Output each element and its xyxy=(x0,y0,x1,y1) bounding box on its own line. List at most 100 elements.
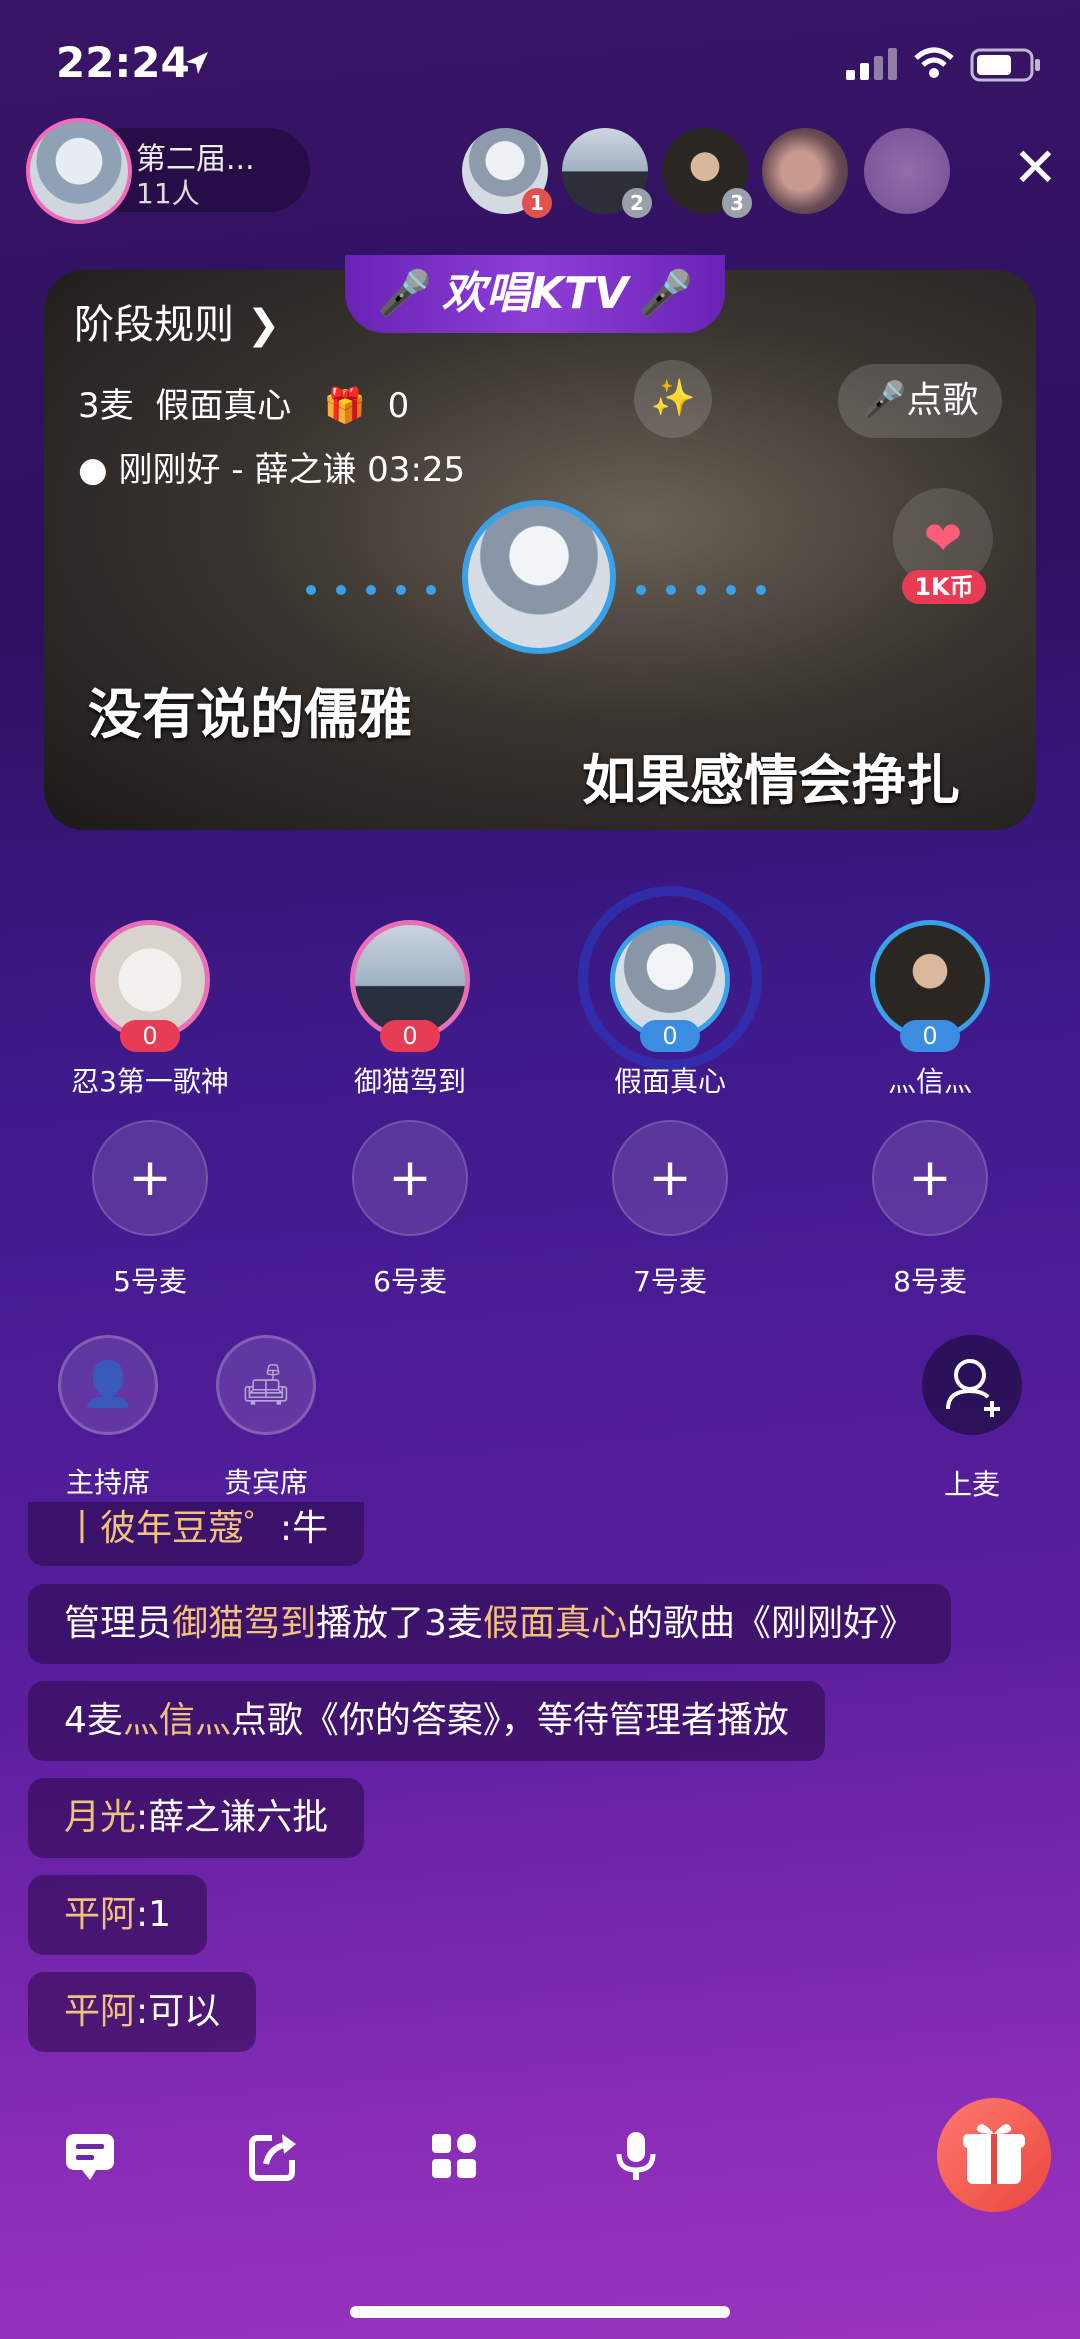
empty-seat-8[interactable]: + 8号麦 xyxy=(872,1120,988,1300)
request-song-button[interactable]: 🎤点歌 xyxy=(838,364,1002,438)
ktv-tab-label: 欢唱KTV xyxy=(441,268,629,319)
gift-icon: 🎁 xyxy=(323,386,367,426)
rank-badge-1: 1 xyxy=(522,188,552,218)
empty-seat-label: 8号麦 xyxy=(893,1265,967,1298)
song-info: 刚刚好 - 薛之谦 03:25 xyxy=(118,450,466,490)
mic-number: 3麦 xyxy=(78,386,134,426)
microphone-icon: 🎤 xyxy=(377,268,432,319)
share-icon[interactable] xyxy=(246,2128,302,2184)
viewer-avatar-1[interactable]: 1 xyxy=(462,128,552,218)
gift-button[interactable] xyxy=(937,2098,1051,2212)
plus-icon: + xyxy=(352,1120,468,1236)
viewer-avatar-5[interactable] xyxy=(864,128,950,214)
battery-icon xyxy=(970,48,1040,82)
chat-message: 平阿:1 xyxy=(28,1875,208,1955)
plus-icon: + xyxy=(612,1120,728,1236)
wifi-icon xyxy=(914,47,954,78)
singer-name: 假面真心 xyxy=(155,386,292,426)
rank-badge-2: 2 xyxy=(622,188,652,218)
plus-icon: + xyxy=(92,1120,208,1236)
seat-name: 忍3第一歌神 xyxy=(71,1065,229,1098)
effects-button[interactable]: ✨ xyxy=(634,360,712,438)
home-indicator xyxy=(350,2306,730,2318)
stage-rules-link[interactable]: 阶段规则 ❯ xyxy=(74,292,280,350)
join-mic-button[interactable]: 上麦 xyxy=(922,1335,1022,1503)
chat-sender[interactable]: 平阿 xyxy=(64,1991,136,2032)
chevron-right-icon: ❯ xyxy=(234,302,281,348)
empty-seat-label: 7号麦 xyxy=(633,1265,707,1298)
wave-dots-right xyxy=(626,580,776,599)
close-icon[interactable]: ✕ xyxy=(1013,138,1058,198)
wave-dots-left xyxy=(296,580,446,599)
status-bar: 22:24 xyxy=(0,0,1080,120)
chat-user[interactable]: 御猫驾到 xyxy=(172,1603,316,1644)
ktv-tab: 🎤 欢唱KTV 🎤 xyxy=(345,255,725,333)
rank-badge-3: 3 xyxy=(722,188,752,218)
current-singer-info: 3麦 假面真心 🎁 0 xyxy=(78,378,409,427)
chat-text: 管理员 xyxy=(64,1603,173,1644)
gift-count: 0 xyxy=(387,386,410,426)
location-arrow-icon xyxy=(186,52,208,74)
chat-text: :可以 xyxy=(136,1991,221,2032)
chat-text: 的歌曲《刚刚好》 xyxy=(626,1603,915,1644)
chat-text: 播放了3麦 xyxy=(316,1603,483,1644)
seat-count: 0 xyxy=(380,1020,440,1052)
apps-icon[interactable] xyxy=(426,2128,482,2184)
magic-wand-icon: ✨ xyxy=(650,378,696,419)
coin-badge: 1K币 xyxy=(902,570,986,604)
viewer-avatar-2[interactable]: 2 xyxy=(562,128,652,218)
chat-message: 4麦灬信灬点歌《你的答案》，等待管理者播放 xyxy=(28,1681,825,1761)
seat-3[interactable]: 0 假面真心 xyxy=(580,920,760,1100)
host-seat[interactable]: 👤 主持席 xyxy=(58,1335,158,1501)
lyric-line-2: 如果感情会挣扎 xyxy=(582,749,960,812)
host-icon: 👤 xyxy=(58,1335,158,1435)
gift-icon xyxy=(963,2124,1025,2184)
signal-icon xyxy=(846,48,897,80)
microphone-icon[interactable] xyxy=(608,2128,664,2184)
heart-icon: ❤ xyxy=(923,511,963,565)
empty-seat-label: 5号麦 xyxy=(113,1265,187,1298)
chat-message: 平阿:可以 xyxy=(28,1972,257,2052)
lyric-line-1: 没有说的儒雅 xyxy=(88,683,412,746)
status-time: 22:24 xyxy=(56,38,190,87)
chat-icon[interactable] xyxy=(62,2128,118,2184)
song-dot: ● xyxy=(78,450,119,490)
room-avatar xyxy=(26,118,132,224)
singer-avatar[interactable] xyxy=(462,500,616,654)
microphone-icon: 🎤 xyxy=(861,380,907,421)
chat-sender: 丨彼年豆蔻゜ xyxy=(64,1508,281,1549)
room-info[interactable]: 第二届... 11人 xyxy=(20,112,310,224)
host-seat-label: 主持席 xyxy=(65,1466,150,1499)
chat-user[interactable]: 灬信灬 xyxy=(123,1700,231,1741)
plus-icon: + xyxy=(872,1120,988,1236)
room-member-count: 11人 xyxy=(136,177,200,210)
vip-seat[interactable]: 🛋 贵宾席 xyxy=(216,1335,316,1501)
seat-name: 假面真心 xyxy=(613,1065,726,1098)
empty-seat-5[interactable]: + 5号麦 xyxy=(92,1120,208,1300)
seat-4[interactable]: 0 灬信灬 xyxy=(840,920,1020,1100)
chat-message: 月光:薛之谦六批 xyxy=(28,1778,365,1858)
chat-user[interactable]: 假面真心 xyxy=(483,1603,627,1644)
chat-sender[interactable]: 平阿 xyxy=(64,1894,136,1935)
chat-text: :薛之谦六批 xyxy=(136,1797,329,1838)
add-user-icon xyxy=(922,1335,1022,1435)
viewer-avatar-3[interactable]: 3 xyxy=(662,128,752,218)
seat-1[interactable]: 0 忍3第一歌神 xyxy=(60,920,240,1100)
empty-seat-7[interactable]: + 7号麦 xyxy=(612,1120,728,1300)
seat-count: 0 xyxy=(640,1020,700,1052)
current-song: ● 刚刚好 - 薛之谦 03:25 xyxy=(78,442,465,491)
viewer-avatar-4[interactable] xyxy=(762,128,848,214)
stage-rules-label: 阶段规则 xyxy=(74,302,234,348)
sofa-icon: 🛋 xyxy=(216,1335,316,1435)
chat-text: :牛 xyxy=(280,1508,329,1549)
empty-seat-6[interactable]: + 6号麦 xyxy=(352,1120,468,1300)
seat-2[interactable]: 0 御猫驾到 xyxy=(320,920,500,1100)
chat-message: 丨彼年豆蔻゜:牛 xyxy=(28,1502,365,1566)
chat-message: 管理员御猫驾到播放了3麦假面真心的歌曲《刚刚好》 xyxy=(28,1584,951,1664)
seat-count: 0 xyxy=(120,1020,180,1052)
join-mic-label: 上麦 xyxy=(943,1468,1000,1501)
chat-sender[interactable]: 月光 xyxy=(64,1797,136,1838)
seat-name: 灬信灬 xyxy=(887,1065,972,1098)
vip-seat-label: 贵宾席 xyxy=(223,1466,308,1499)
seat-count: 0 xyxy=(900,1020,960,1052)
